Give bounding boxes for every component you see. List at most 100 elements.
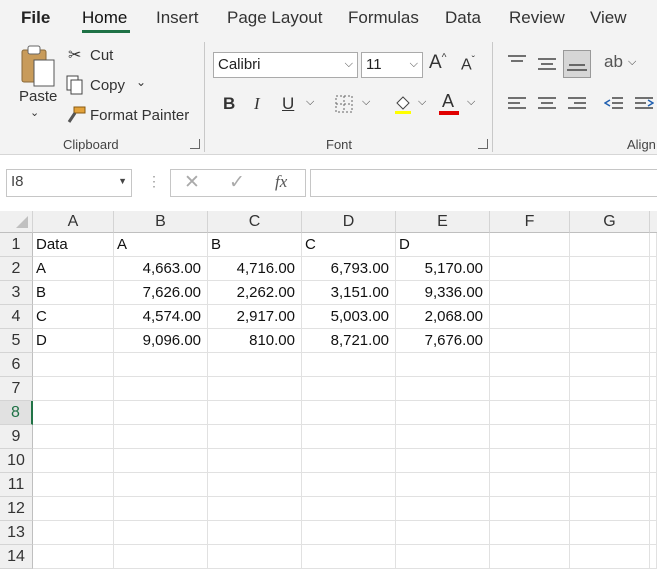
cell-f7[interactable] — [490, 377, 570, 401]
orientation-dropdown-icon[interactable]: ⌵ — [628, 56, 636, 69]
cell-b7[interactable] — [114, 377, 208, 401]
cell-b13[interactable] — [114, 521, 208, 545]
cell-c14[interactable] — [208, 545, 302, 569]
tab-page-layout[interactable]: Page Layout — [227, 8, 322, 28]
cell-g11[interactable] — [570, 473, 650, 497]
tab-insert[interactable]: Insert — [156, 8, 199, 28]
cell-a4[interactable]: C — [33, 305, 114, 329]
row-header[interactable]: 13 — [0, 521, 33, 545]
borders-dropdown-icon[interactable]: ⌵ — [362, 96, 370, 109]
cell-e4[interactable]: 2,068.00 — [396, 305, 490, 329]
font-name-select[interactable]: Calibri ⌵ — [213, 52, 358, 78]
cell-g13[interactable] — [570, 521, 650, 545]
cell-d8[interactable] — [302, 401, 396, 425]
format-painter-button[interactable]: Format Painter — [90, 107, 189, 124]
cell-a5[interactable]: D — [33, 329, 114, 353]
cell-d9[interactable] — [302, 425, 396, 449]
cell-f11[interactable] — [490, 473, 570, 497]
cell-e14[interactable] — [396, 545, 490, 569]
cell-d2[interactable]: 6,793.00 — [302, 257, 396, 281]
cell-b3[interactable]: 7,626.00 — [114, 281, 208, 305]
column-header-a[interactable]: A — [33, 211, 114, 233]
cell-e13[interactable] — [396, 521, 490, 545]
tab-view[interactable]: View — [590, 8, 627, 28]
cell-e1[interactable]: D — [396, 233, 490, 257]
tab-home[interactable]: Home — [82, 8, 127, 28]
cell-f2[interactable] — [490, 257, 570, 281]
cell-c2[interactable]: 4,716.00 — [208, 257, 302, 281]
cell-g14[interactable] — [570, 545, 650, 569]
cell-e10[interactable] — [396, 449, 490, 473]
font-launcher-icon[interactable] — [478, 139, 488, 149]
font-color-dropdown-icon[interactable]: ⌵ — [467, 96, 475, 109]
cell-b8[interactable] — [114, 401, 208, 425]
cell-e3[interactable]: 9,336.00 — [396, 281, 490, 305]
cell-g7[interactable] — [570, 377, 650, 401]
cell-h6[interactable] — [650, 353, 657, 377]
cell-d10[interactable] — [302, 449, 396, 473]
cell-h2[interactable] — [650, 257, 657, 281]
cell-g6[interactable] — [570, 353, 650, 377]
cell-h9[interactable] — [650, 425, 657, 449]
column-header-b[interactable]: B — [114, 211, 208, 233]
cell-a3[interactable]: B — [33, 281, 114, 305]
cell-h14[interactable] — [650, 545, 657, 569]
cell-d1[interactable]: C — [302, 233, 396, 257]
cell-h10[interactable] — [650, 449, 657, 473]
paste-label[interactable]: Paste — [19, 88, 57, 105]
cell-h5[interactable] — [650, 329, 657, 353]
cell-a8[interactable] — [33, 401, 114, 425]
cell-f12[interactable] — [490, 497, 570, 521]
tab-formulas[interactable]: Formulas — [348, 8, 419, 28]
font-color-button[interactable]: A — [442, 91, 454, 112]
cell-a13[interactable] — [33, 521, 114, 545]
cell-a14[interactable] — [33, 545, 114, 569]
fill-color-dropdown-icon[interactable]: ⌵ — [418, 96, 426, 109]
cell-a10[interactable] — [33, 449, 114, 473]
cell-d3[interactable]: 3,151.00 — [302, 281, 396, 305]
cell-d7[interactable] — [302, 377, 396, 401]
cell-c12[interactable] — [208, 497, 302, 521]
cell-c8[interactable] — [208, 401, 302, 425]
cell-b9[interactable] — [114, 425, 208, 449]
cell-c11[interactable] — [208, 473, 302, 497]
cell-f6[interactable] — [490, 353, 570, 377]
cell-g2[interactable] — [570, 257, 650, 281]
clipboard-launcher-icon[interactable] — [190, 139, 200, 149]
cell-b1[interactable]: A — [114, 233, 208, 257]
row-header[interactable]: 5 — [0, 329, 33, 353]
copy-dropdown-icon[interactable]: ⌄ — [136, 75, 146, 89]
borders-icon[interactable] — [335, 95, 353, 118]
cell-a9[interactable] — [33, 425, 114, 449]
cell-c9[interactable] — [208, 425, 302, 449]
cell-h12[interactable] — [650, 497, 657, 521]
cell-h1[interactable] — [650, 233, 657, 257]
row-header[interactable]: 1 — [0, 233, 33, 257]
cell-h8[interactable] — [650, 401, 657, 425]
cell-h7[interactable] — [650, 377, 657, 401]
cancel-icon[interactable]: ✕ — [184, 171, 200, 194]
cell-c3[interactable]: 2,262.00 — [208, 281, 302, 305]
cell-d12[interactable] — [302, 497, 396, 521]
align-center-icon[interactable] — [537, 96, 557, 117]
cell-g9[interactable] — [570, 425, 650, 449]
cell-g5[interactable] — [570, 329, 650, 353]
orientation-icon[interactable]: ab — [604, 52, 623, 72]
align-top-icon[interactable] — [507, 54, 527, 73]
paste-button[interactable] — [18, 44, 58, 93]
row-header[interactable]: 3 — [0, 281, 33, 305]
cell-g1[interactable] — [570, 233, 650, 257]
row-header[interactable]: 6 — [0, 353, 33, 377]
shrink-font-button[interactable]: Aˇ — [461, 55, 475, 74]
row-header-selected[interactable]: 8 — [0, 401, 33, 425]
cell-f10[interactable] — [490, 449, 570, 473]
column-header-e[interactable]: E — [396, 211, 490, 233]
column-header-d[interactable]: D — [302, 211, 396, 233]
tab-review[interactable]: Review — [509, 8, 565, 28]
cell-b5[interactable]: 9,096.00 — [114, 329, 208, 353]
row-header[interactable]: 7 — [0, 377, 33, 401]
cell-g12[interactable] — [570, 497, 650, 521]
row-header[interactable]: 9 — [0, 425, 33, 449]
cell-a11[interactable] — [33, 473, 114, 497]
copy-button[interactable]: Copy — [90, 77, 125, 94]
